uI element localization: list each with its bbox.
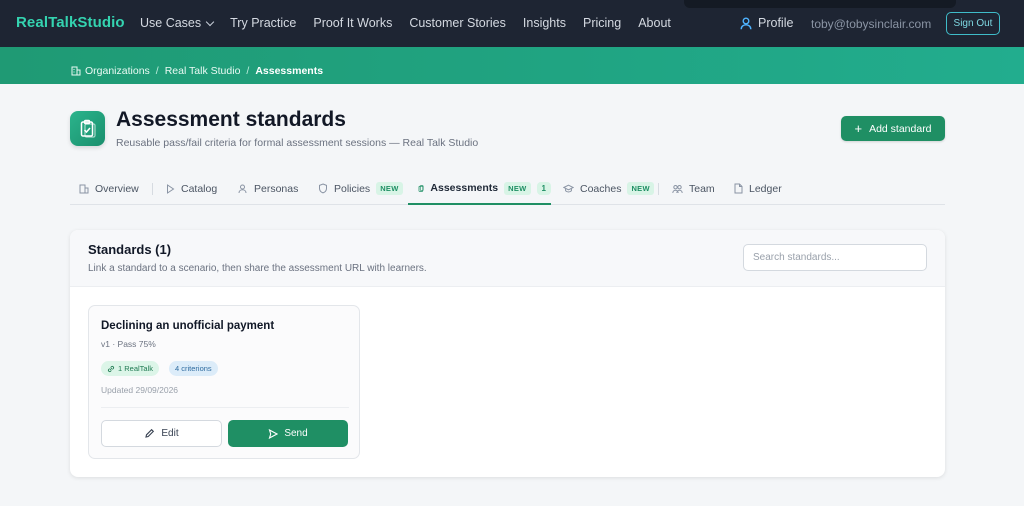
send-button[interactable]: Send (228, 420, 348, 447)
play-icon (167, 183, 175, 194)
user-email: toby@tobysinclair.com (811, 17, 932, 31)
tab-overview[interactable]: Overview (79, 173, 139, 204)
window-notch (684, 0, 956, 8)
standards-subtitle: Link a standard to a scenario, then shar… (88, 263, 427, 274)
tab-coaches[interactable]: Coaches NEW (563, 173, 654, 204)
breadcrumb-bar: Organizations / Real Talk Studio / Asses… (0, 47, 1024, 84)
breadcrumb-separator: / (246, 65, 250, 77)
tab-catalog[interactable]: Catalog (166, 173, 217, 204)
page-title: Assessment standards (116, 108, 346, 131)
brand-logo[interactable]: RealTalkStudio (16, 14, 125, 31)
tab-ledger[interactable]: Ledger (734, 173, 782, 204)
new-badge: NEW (376, 182, 403, 195)
linked-scenarios-badge: 1 RealTalk (101, 361, 160, 376)
linked-scenarios-label: 1 RealTalk (118, 364, 154, 373)
tab-assessments[interactable]: Assessments NEW 1 (408, 173, 551, 205)
tab-team[interactable]: Team (672, 173, 715, 204)
link-icon (107, 365, 115, 372)
nav-link-use-cases[interactable]: Use Cases (140, 16, 215, 30)
clipboard-icon (418, 184, 424, 192)
breadcrumb-organizations[interactable]: Organizations (85, 65, 150, 77)
page-subtitle: Reusable pass/fail criteria for formal a… (116, 137, 479, 149)
tab-divider (658, 183, 659, 195)
standards-title: Standards (1) (88, 242, 172, 257)
graduation-cap-icon (563, 184, 574, 193)
standard-meta: v1 · Pass 75% (101, 339, 156, 349)
new-badge: NEW (627, 182, 654, 195)
tab-label: Ledger (749, 182, 782, 195)
tab-personas[interactable]: Personas (238, 173, 298, 204)
nav-link-try-practice[interactable]: Try Practice (230, 16, 296, 30)
nav-link-proof-it-works[interactable]: Proof It Works (313, 16, 392, 30)
standards-panel: Standards (1) Link a standard to a scena… (70, 230, 945, 477)
breadcrumb-current: Assessments (255, 65, 324, 77)
standard-name[interactable]: Declining an unofficial payment (101, 320, 274, 332)
nav-link-pricing[interactable]: Pricing (583, 16, 621, 30)
tab-label: Policies (334, 182, 371, 195)
pencil-icon (145, 428, 155, 438)
count-badge: 1 (536, 181, 551, 195)
tab-policies[interactable]: Policies NEW (318, 173, 403, 204)
profile-link[interactable]: Profile (740, 16, 793, 30)
document-icon (734, 183, 743, 194)
breadcrumb-real-talk-studio[interactable]: Real Talk Studio (165, 65, 241, 77)
send-label: Send (284, 428, 308, 439)
building-icon (71, 66, 81, 76)
shield-icon (319, 183, 327, 194)
section-tabs: Overview Catalog Personas Policies NEW A… (70, 173, 945, 205)
clipboard-check-icon (70, 111, 105, 146)
sign-out-button[interactable]: Sign Out (946, 12, 1000, 35)
top-navigation: RealTalkStudio Use Cases Try Practice Pr… (0, 0, 1024, 47)
team-icon (672, 184, 683, 193)
breadcrumb-separator: / (155, 65, 159, 77)
tab-label: Team (689, 182, 715, 195)
plus-icon: + (854, 120, 863, 136)
send-icon (268, 428, 279, 439)
tab-label: Overview (95, 182, 139, 195)
card-divider (101, 407, 349, 408)
criteria-count-badge: 4 criterions (169, 361, 218, 376)
nav-link-about[interactable]: About (638, 16, 671, 30)
nav-link-label: Use Cases (140, 16, 202, 30)
tab-label: Assessments (430, 182, 499, 194)
nav-links: Use Cases Try Practice Proof It Works Cu… (140, 16, 688, 30)
breadcrumb: Organizations / Real Talk Studio / Asses… (71, 65, 323, 77)
nav-link-customer-stories[interactable]: Customer Stories (409, 16, 506, 30)
new-badge: NEW (504, 181, 531, 195)
nav-link-insights[interactable]: Insights (523, 16, 566, 30)
tab-divider (152, 183, 153, 195)
standard-card: Declining an unofficial payment v1 · Pas… (88, 305, 360, 459)
profile-label: Profile (758, 16, 794, 30)
edit-button[interactable]: Edit (101, 420, 222, 447)
add-standard-button[interactable]: + Add standard (841, 116, 945, 141)
standards-panel-header: Standards (1) Link a standard to a scena… (70, 230, 945, 287)
standard-updated: Updated 29/09/2026 (101, 385, 179, 395)
chevron-down-icon (205, 17, 215, 26)
user-icon (740, 17, 752, 29)
tab-label: Coaches (580, 182, 622, 195)
user-icon (238, 184, 247, 193)
edit-label: Edit (161, 428, 179, 439)
search-standards-input[interactable] (743, 244, 927, 271)
tab-label: Catalog (181, 182, 218, 195)
tab-label: Personas (254, 182, 299, 195)
building-icon (79, 184, 89, 193)
add-standard-label: Add standard (869, 122, 932, 135)
